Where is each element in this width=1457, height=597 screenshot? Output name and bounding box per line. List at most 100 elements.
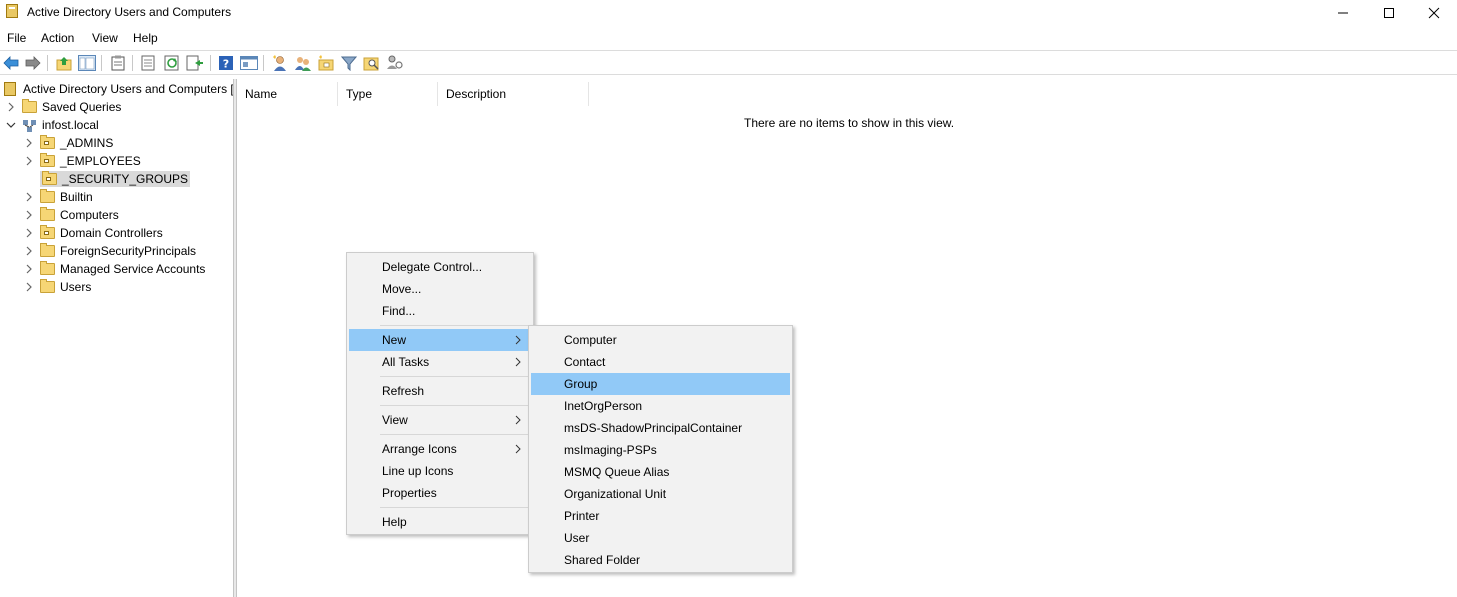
submenu-item-msimaging-psps[interactable]: msImaging-PSPs [531,439,790,461]
chevron-right-icon[interactable] [24,264,34,274]
tree-item-label: Managed Service Accounts [60,262,206,276]
menu-view[interactable]: View [92,31,118,45]
submenu-item-msmq-queue-alias[interactable]: MSMQ Queue Alias [531,461,790,483]
menu-item-refresh[interactable]: Refresh [349,380,531,402]
filter-icon[interactable] [340,54,358,72]
maximize-button[interactable] [1366,0,1412,26]
delegate-icon[interactable] [386,54,404,72]
minimize-icon [1338,12,1348,14]
tree-root[interactable]: Active Directory Users and Computers [i [4,80,233,98]
column-header-name[interactable]: Name [237,82,338,106]
submenu-item-msds-shadowprincipalcontainer[interactable]: msDS-ShadowPrincipalContainer [531,417,790,439]
console-view-icon[interactable] [240,54,258,72]
forward-icon[interactable] [24,54,42,72]
tree-item-label: Builtin [60,190,93,204]
minimize-button[interactable] [1320,0,1366,26]
menu-bar: File Action View Help [0,28,1457,48]
menu-file[interactable]: File [7,31,26,45]
chevron-right-icon[interactable] [24,246,34,256]
chevron-right-icon[interactable] [24,210,34,220]
menu-item-delegate-control[interactable]: Delegate Control... [349,256,531,278]
tree-item-label: Users [60,280,92,294]
submenu-item-inetorgperson[interactable]: InetOrgPerson [531,395,790,417]
column-header-description[interactable]: Description [438,82,589,106]
chevron-right-icon[interactable] [24,192,34,202]
tree-item-builtin[interactable]: Builtin [24,188,93,206]
tree-item-saved-queries[interactable]: Saved Queries [6,98,121,116]
folder-icon [40,189,55,203]
folder-icon [40,261,55,275]
export-list-icon[interactable] [186,54,204,72]
tree-item-label: _SECURITY_GROUPS [62,172,189,186]
ou-icon [40,135,55,149]
adUC-icon [4,82,16,96]
submenu-item-user[interactable]: User [531,527,790,549]
new-ou-icon[interactable] [317,54,335,72]
menu-action[interactable]: Action [41,31,74,45]
chevron-right-icon[interactable] [24,138,34,148]
tree-item-foreign-security-principals[interactable]: ForeignSecurityPrincipals [24,242,196,260]
ou-icon [40,225,55,239]
ou-icon [40,153,55,167]
close-button[interactable] [1411,0,1457,26]
svg-text:?: ? [223,58,229,71]
submenu-item-contact[interactable]: Contact [531,351,790,373]
submenu-item-group[interactable]: Group [531,373,790,395]
submenu-item-printer[interactable]: Printer [531,505,790,527]
tree-item-label: _ADMINS [60,136,114,150]
tree-item-domain[interactable]: infost.local [6,116,99,134]
tree-item-users[interactable]: Users [24,278,91,296]
title-bar: Active Directory Users and Computers [0,0,1457,26]
clipboard-icon[interactable] [109,54,127,72]
selected-item: _SECURITY_GROUPS [40,171,191,187]
tree-item-label: Domain Controllers [60,226,163,240]
folder-icon [40,279,55,293]
submenu-item-organizational-unit[interactable]: Organizational Unit [531,483,790,505]
tree-item-label: ForeignSecurityPrincipals [60,244,197,258]
chevron-right-icon[interactable] [24,156,34,166]
menu-item-all-tasks[interactable]: All Tasks [349,351,531,373]
tree-item-security-groups[interactable]: _SECURITY_GROUPS [24,170,191,188]
back-icon[interactable] [2,54,20,72]
menu-item-line-up-icons[interactable]: Line up Icons [349,460,531,482]
tree-item-computers[interactable]: Computers [24,206,119,224]
column-header-type[interactable]: Type [338,82,438,106]
submenu-arrow-icon [515,415,521,425]
tree-item-admins[interactable]: _ADMINS [24,134,113,152]
window-title: Active Directory Users and Computers [27,5,232,19]
submenu-item-computer[interactable]: Computer [531,329,790,351]
submenu-arrow-icon [515,357,521,367]
tree-item-managed-service-accounts[interactable]: Managed Service Accounts [24,260,205,278]
menu-item-move[interactable]: Move... [349,278,531,300]
menu-item-help[interactable]: Help [349,511,531,533]
app-icon [6,4,18,18]
empty-list-message: There are no items to show in this view. [744,116,955,130]
submenu-item-shared-folder[interactable]: Shared Folder [531,549,790,571]
menu-item-new[interactable]: New [349,329,531,351]
tree-item-label: Computers [60,208,119,222]
tree-item-domain-controllers[interactable]: Domain Controllers [24,224,163,242]
maximize-icon [1384,8,1394,18]
chevron-down-icon[interactable] [6,120,16,130]
context-menu: Delegate Control... Move... Find... New … [346,252,534,535]
folder-icon [22,99,37,113]
tree-root-label: Active Directory Users and Computers [i [23,82,233,96]
menu-item-find[interactable]: Find... [349,300,531,322]
menu-item-properties[interactable]: Properties [349,482,531,504]
new-group-icon[interactable] [294,54,312,72]
chevron-right-icon[interactable] [24,282,34,292]
refresh-icon[interactable] [163,54,181,72]
find-icon[interactable] [363,54,381,72]
toolbar: ? [0,50,1457,75]
menu-help[interactable]: Help [133,31,158,45]
menu-item-arrange-icons[interactable]: Arrange Icons [349,438,531,460]
help-icon[interactable]: ? [217,54,235,72]
tree-item-employees[interactable]: _EMPLOYEES [24,152,141,170]
chevron-right-icon[interactable] [24,228,34,238]
show-hide-tree-icon[interactable] [78,54,96,72]
chevron-right-icon[interactable] [6,102,16,112]
menu-item-view[interactable]: View [349,409,531,431]
new-user-icon[interactable] [271,54,289,72]
up-folder-icon[interactable] [55,54,73,72]
properties-icon[interactable] [139,54,157,72]
